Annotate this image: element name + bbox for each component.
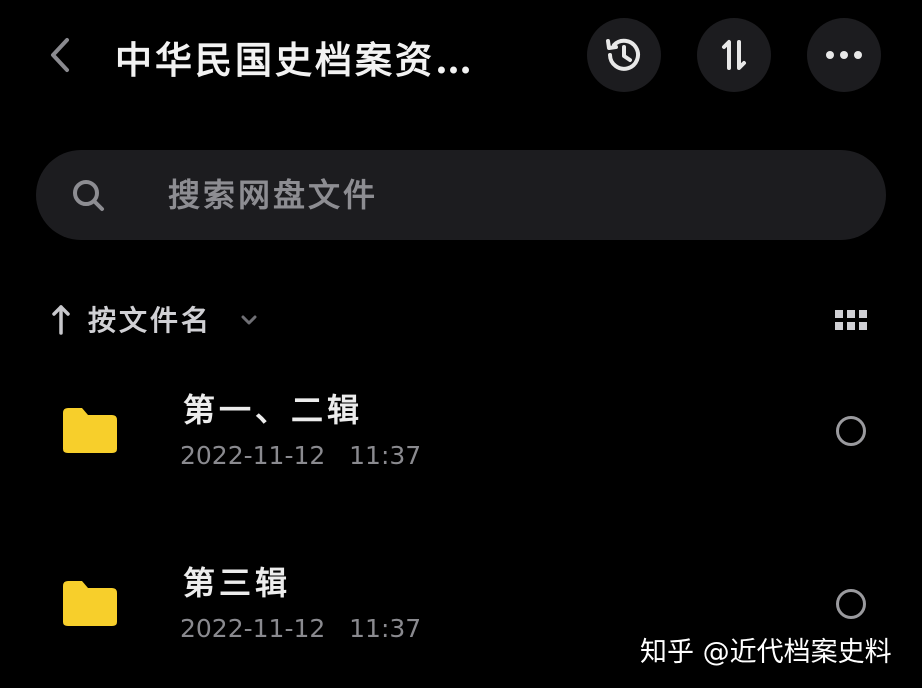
select-checkbox[interactable]: [836, 589, 866, 619]
file-time: 11:37: [349, 614, 422, 643]
file-name: 第一、二辑: [183, 391, 364, 429]
file-date: 2022-11-12: [180, 441, 326, 470]
sort-swap-icon: [722, 40, 746, 70]
select-checkbox[interactable]: [836, 416, 866, 446]
watermark: 知乎 @近代档案史料: [640, 637, 892, 668]
file-modified: 2022-11-12 11:37: [180, 441, 421, 470]
folder-icon: [63, 581, 117, 626]
search-icon: [73, 180, 104, 211]
chevron-down-icon[interactable]: [238, 309, 260, 331]
file-modified: 2022-11-12 11:37: [180, 614, 421, 643]
search-input[interactable]: [168, 170, 848, 220]
file-time: 11:37: [349, 441, 422, 470]
more-horizontal-icon: [826, 51, 862, 59]
list-item[interactable]: 第一、二辑 2022-11-12 11:37: [0, 375, 922, 525]
grid-view-icon[interactable]: [832, 305, 872, 335]
history-icon: [606, 38, 640, 71]
folder-icon: [63, 408, 117, 453]
sort-label[interactable]: 按文件名: [88, 299, 212, 339]
chevron-left-icon: [51, 38, 69, 72]
back-button[interactable]: [40, 33, 80, 77]
history-button[interactable]: [587, 18, 661, 92]
sort-bar: 按文件名: [0, 295, 922, 349]
file-date: 2022-11-12: [180, 614, 326, 643]
top-bar: 中华民国史档案资…: [0, 0, 922, 110]
file-name: 第三辑: [183, 564, 292, 602]
arrow-up-icon[interactable]: [48, 303, 74, 337]
page-title: 中华民国史档案资…: [115, 38, 475, 82]
more-button[interactable]: [807, 18, 881, 92]
search-bar[interactable]: [36, 150, 886, 240]
sort-button[interactable]: [697, 18, 771, 92]
